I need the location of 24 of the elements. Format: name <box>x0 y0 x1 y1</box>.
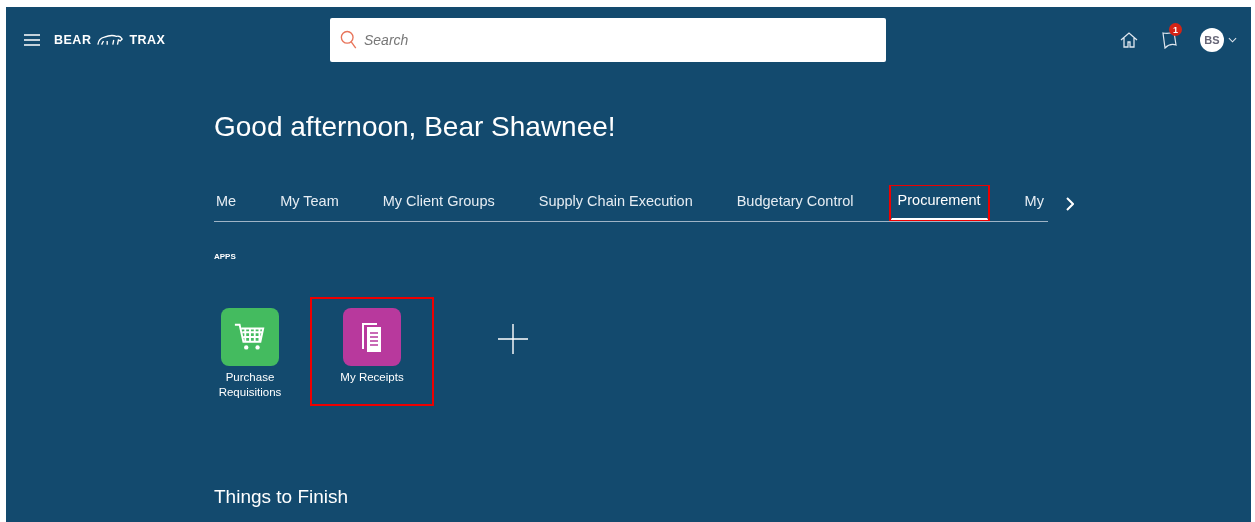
bear-icon <box>96 33 125 47</box>
notification-badge: 1 <box>1169 23 1182 36</box>
tab[interactable]: Procurement <box>889 185 989 221</box>
section-heading: Things to Finish <box>214 486 350 508</box>
app-tile[interactable]: Purchase Requisitions <box>188 297 312 406</box>
add-icon[interactable] <box>498 323 528 354</box>
tab[interactable]: Me <box>214 185 245 221</box>
section-label: APPS <box>214 252 237 261</box>
tab[interactable]: My <box>1016 185 1048 221</box>
tab[interactable]: Supply Chain Execution <box>530 185 701 221</box>
greeting-heading: Good afternoon, Bear Shawnee! <box>214 111 617 143</box>
chevron-right-icon[interactable] <box>1066 196 1074 211</box>
logo-text: BEAR <box>54 33 92 47</box>
home-icon[interactable] <box>1120 31 1138 49</box>
bell-icon[interactable] <box>1160 31 1178 49</box>
menu-icon[interactable] <box>24 34 40 46</box>
app-tile[interactable]: My Receipts <box>310 297 434 406</box>
tab[interactable]: My Team <box>272 185 347 221</box>
tab[interactable]: My Client Groups <box>374 185 503 221</box>
chevron-down-icon[interactable] <box>1228 37 1237 43</box>
logo-text: TRAX <box>129 33 166 47</box>
user-avatar[interactable]: BS <box>1200 28 1224 52</box>
search-field[interactable]: Search <box>330 18 886 62</box>
tab[interactable]: Budgetary Control <box>728 185 862 221</box>
